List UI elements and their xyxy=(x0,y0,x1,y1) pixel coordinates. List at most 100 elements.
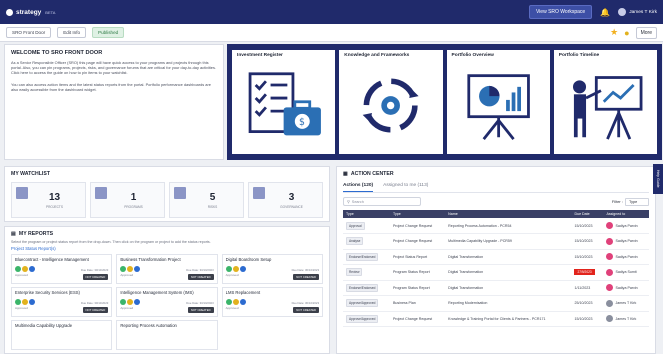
avatar xyxy=(606,299,614,307)
cell-name[interactable]: Digital Transformation xyxy=(445,280,572,296)
report-card[interactable]: Multimedia Capability Upgrade xyxy=(11,320,113,350)
more-menu-button[interactable]: More xyxy=(635,26,657,39)
cell-name[interactable]: Digital Transformation xyxy=(445,264,572,281)
filter-label: Filter : xyxy=(611,199,623,204)
cell-name[interactable]: Multimedia Capability Upgrade - PCR59 xyxy=(445,233,572,250)
governance-icon xyxy=(253,187,265,199)
watch-label: RISKS xyxy=(207,204,218,209)
profile-badge-icon[interactable]: ● xyxy=(624,28,629,38)
tile-investment-register[interactable]: Investment Register $ xyxy=(232,50,336,154)
report-name: Bluecontract - Intelligence Management xyxy=(15,257,89,262)
cell-assignee: Sadiya Sumit xyxy=(603,264,649,281)
welcome-text-1: As a Senior Responsible Officer (SRO) th… xyxy=(11,60,216,76)
presentation-chart-icon xyxy=(466,74,530,140)
tile-knowledge-frameworks[interactable]: Knowledge and Frameworks xyxy=(339,50,443,154)
watch-governance[interactable]: 3 GOVERNANCE xyxy=(248,182,323,218)
tab-actions[interactable]: Actions (120) xyxy=(343,181,374,192)
app-logo[interactable]: strategy BETA xyxy=(6,8,56,16)
report-name: Business Transformation Project xyxy=(120,257,181,262)
avatar xyxy=(15,266,21,272)
avatar xyxy=(606,253,614,261)
bell-icon[interactable]: 🔔 xyxy=(600,8,610,17)
checklist-briefcase-icon: $ xyxy=(248,72,321,136)
cell-due: 27/9/2023 xyxy=(571,264,604,281)
col-assigned[interactable]: Assigned to xyxy=(603,210,649,218)
tile-title: Portfolio Timeline xyxy=(558,53,600,58)
table-row[interactable]: Approve/Approved Project Change Request Kn… xyxy=(343,311,649,327)
watch-projects[interactable]: 13 PROJECTS xyxy=(11,182,86,218)
welcome-title: WELCOME TO SRO FRONT DOOR xyxy=(11,50,103,56)
due-date: 15/10/2023 xyxy=(574,316,593,321)
col-type[interactable]: Type xyxy=(343,210,390,218)
help-side-tab[interactable]: Help Guide xyxy=(653,164,663,194)
not-created-button[interactable]: NOT CREATED xyxy=(187,274,214,280)
cell-subtype: Project Status Report xyxy=(389,249,446,265)
report-card[interactable]: Reporting Process Automation xyxy=(116,320,218,350)
tile-portfolio-overview[interactable]: Portfolio Overview xyxy=(446,50,550,154)
report-card[interactable]: Enterprise Security Services (ESS) Approv… xyxy=(11,287,113,317)
user-menu[interactable]: James T Kirk xyxy=(618,8,657,16)
filter-control: Filter : Type xyxy=(611,197,649,206)
watch-value: 13 xyxy=(48,191,61,203)
table-row[interactable]: Endorse/Endorsed Project Status Report Dig… xyxy=(343,249,649,265)
view-workspace-button[interactable]: View SRO Workspace xyxy=(528,5,593,19)
type-badge: Approve/Approved xyxy=(346,299,379,308)
watchlist-panel: MY WATCHLIST 13 PROJECTS 1 PROGRAMS 5 RI… xyxy=(4,166,330,222)
report-card[interactable]: Bluecontract - Intelligence Management Ap… xyxy=(11,254,113,284)
report-due: Due Date: 30/10/2023 xyxy=(186,268,214,272)
favorite-star-icon[interactable]: ★ xyxy=(610,27,618,38)
not-created-button[interactable]: NOT CREATED xyxy=(187,307,214,313)
watch-risks[interactable]: 5 RISKS xyxy=(169,182,244,218)
report-card[interactable]: LMS Replacement Approved Due Date: 30/10/2… xyxy=(221,287,323,317)
watchlist-title: MY WATCHLIST xyxy=(11,171,50,177)
cell-name[interactable]: Reporting Modernisation xyxy=(445,295,572,312)
cell-name[interactable]: Digital Transformation xyxy=(445,249,572,265)
watch-programs[interactable]: 1 PROGRAMS xyxy=(90,182,165,218)
tile-portfolio-timeline[interactable]: Portfolio Timeline xyxy=(553,50,657,154)
tile-title: Investment Register xyxy=(237,53,283,58)
col-subtype[interactable]: Type xyxy=(389,210,446,218)
filter-select[interactable]: Type xyxy=(625,197,649,206)
avatar xyxy=(134,299,141,305)
report-type-dropdown[interactable]: Project Status Report(s) xyxy=(11,246,323,251)
report-card[interactable]: Digital Boardroom Setup Approved Due Date:… xyxy=(221,254,323,284)
report-card[interactable]: Intelligence Management System (IMS) Appr… xyxy=(116,287,218,317)
cell-subtype: Project Change Request xyxy=(389,233,446,250)
avatar xyxy=(232,299,239,305)
programs-icon xyxy=(95,187,107,199)
cell-type: Approval xyxy=(343,218,390,234)
page-breadcrumb[interactable]: SRO Front Door xyxy=(6,27,52,38)
table-row[interactable]: Endorse/Endorsed Program Status Report Dig… xyxy=(343,280,649,296)
report-due: Due Date: 30/10/2023 xyxy=(80,268,109,272)
col-name[interactable]: Name xyxy=(445,210,572,218)
tab-assigned[interactable]: Assigned to me (113) xyxy=(383,181,428,192)
cell-name[interactable]: Reporting Process Automation - PCR54 xyxy=(445,218,572,234)
presenter-board-icon xyxy=(572,76,643,140)
edit-info-button[interactable]: Edit Info xyxy=(57,27,87,38)
not-created-button[interactable]: NOT CREATED xyxy=(82,274,109,280)
cell-due: 15/10/2023 xyxy=(571,249,604,265)
col-due[interactable]: Due Date xyxy=(571,210,604,218)
not-created-button[interactable]: NOT CREATED xyxy=(82,307,109,313)
assignee-name: Sadiya Parvin xyxy=(615,285,638,290)
cell-type: Approve/Approved xyxy=(343,311,390,327)
user-name: James T Kirk xyxy=(629,9,657,15)
avatar xyxy=(239,266,246,272)
table-row[interactable]: Approval Project Change Request Reporting … xyxy=(343,218,649,234)
cell-name[interactable]: Knowledge & Training Portal for Clients … xyxy=(445,311,572,327)
reports-title-text: MY REPORTS xyxy=(18,231,54,237)
report-card[interactable]: Business Transformation Project Approved D… xyxy=(116,254,218,284)
avatar xyxy=(15,299,21,305)
not-created-button[interactable]: NOT CREATED xyxy=(293,307,319,313)
report-name: Reporting Process Automation xyxy=(120,323,177,328)
table-row[interactable]: Analyse Project Change Request Multimedia … xyxy=(343,233,649,250)
table-row[interactable]: Approve/Approved Business Plan Reporting M… xyxy=(343,295,649,312)
not-created-button[interactable]: NOT CREATED xyxy=(293,274,319,280)
search-input[interactable]: ⚲ Search xyxy=(343,197,421,206)
search-icon: ⚲ xyxy=(347,200,350,204)
avatar xyxy=(606,237,614,245)
table-row[interactable]: Review Program Status Report Digital Trans… xyxy=(343,264,649,281)
app-sub: BETA xyxy=(45,9,56,15)
status-badge: Published xyxy=(92,27,125,38)
report-name: LMS Replacement xyxy=(225,290,261,295)
